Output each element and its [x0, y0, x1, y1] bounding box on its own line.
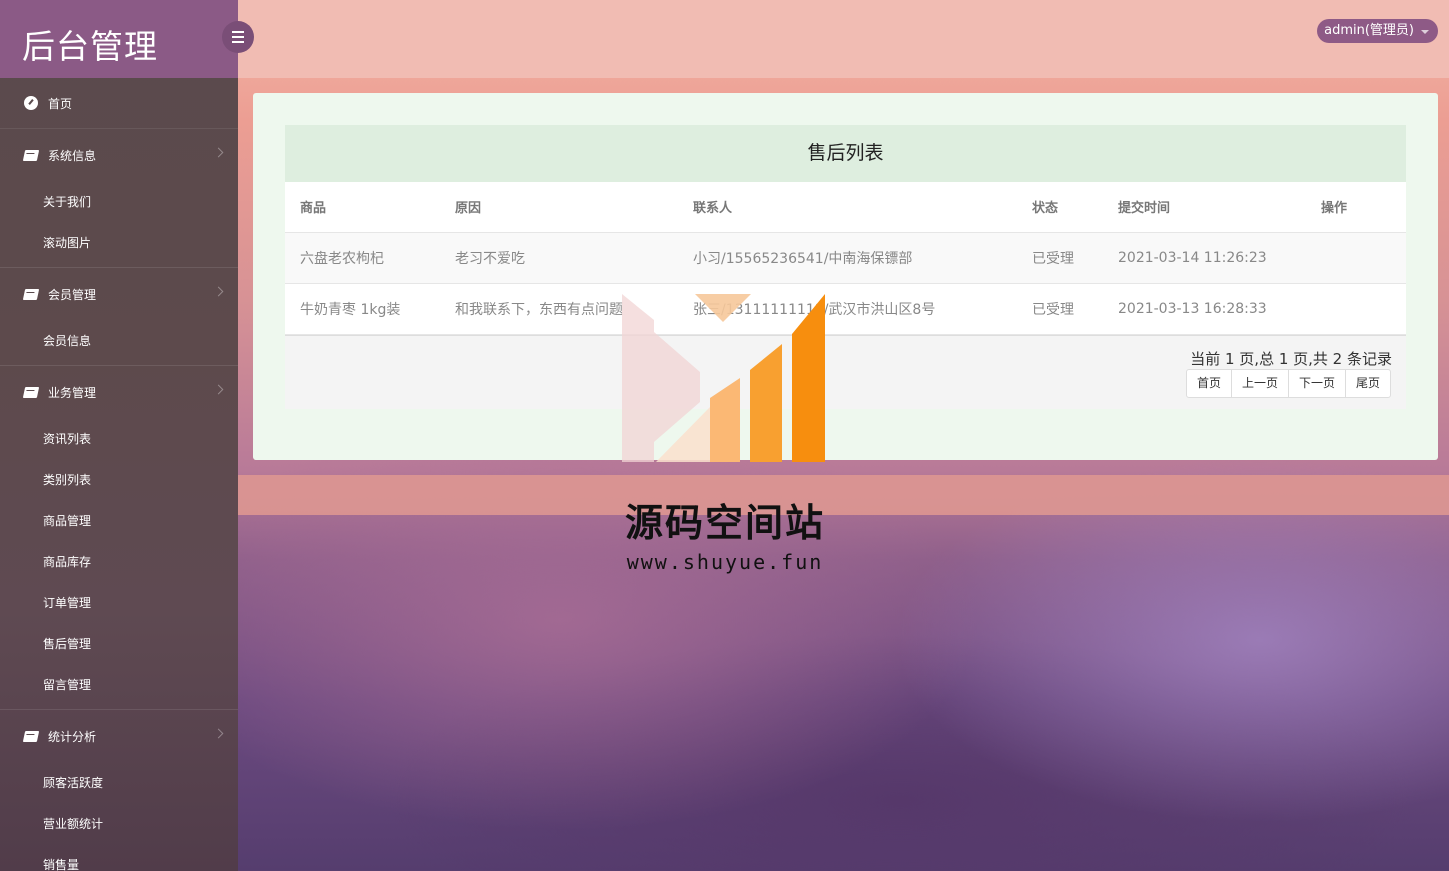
caret-down-icon — [1421, 30, 1429, 34]
sidebar-item-sales-volume[interactable]: 销售量 — [0, 844, 238, 871]
book-icon — [22, 288, 40, 300]
cell-submit-time: 2021-03-13 16:28:33 — [1103, 283, 1306, 335]
sidebar-item-label: 首页 — [48, 96, 73, 111]
next-page-button[interactable]: 下一页 — [1287, 368, 1346, 398]
sidebar-item-product-management[interactable]: 商品管理 — [0, 500, 238, 541]
chevron-right-icon — [213, 147, 224, 158]
after-sales-table-container: 售后列表 商品 原因 联系人 状态 提交时间 操作 六盘老农枸杞 老习不爱吃 小… — [285, 125, 1406, 409]
menu-group-business: 业务管理 资讯列表 类别列表 商品管理 商品库存 订单管理 售后管理 留言管理 — [0, 366, 238, 710]
column-header: 状态 — [1017, 182, 1103, 233]
watermark: 源码空间站 www.shuyue.fun — [610, 292, 840, 582]
after-sales-table: 商品 原因 联系人 状态 提交时间 操作 六盘老农枸杞 老习不爱吃 小习/155… — [285, 182, 1406, 335]
sidebar-item-order-management[interactable]: 订单管理 — [0, 582, 238, 623]
dashboard-icon — [24, 96, 38, 110]
sidebar-item-business-management[interactable]: 业务管理 — [0, 366, 238, 418]
book-icon — [22, 386, 40, 398]
watermark-logo — [622, 294, 825, 462]
sidebar-item-member-management[interactable]: 会员管理 — [0, 268, 238, 320]
first-page-button[interactable]: 首页 — [1185, 368, 1232, 398]
content-panel: 售后列表 商品 原因 联系人 状态 提交时间 操作 六盘老农枸杞 老习不爱吃 小… — [253, 93, 1438, 460]
cell-submit-time: 2021-03-14 11:26:23 — [1103, 232, 1306, 284]
menu-toggle-button[interactable] — [222, 21, 254, 53]
sidebar-item-label: 会员管理 — [48, 287, 97, 302]
watermark-url: www.shuyue.fun — [626, 550, 824, 574]
cell-reason: 老习不爱吃 — [440, 232, 678, 284]
topbar: admin(管理员) — [238, 0, 1449, 78]
last-page-button[interactable]: 尾页 — [1344, 368, 1391, 398]
sidebar: 后台管理 首页 系统信息 关于我们 滚动图片 会员管理 会员信息 业务管理 资讯… — [0, 0, 238, 871]
sidebar-item-label: 业务管理 — [48, 385, 97, 400]
user-name: admin(管理员) — [1324, 23, 1414, 38]
chevron-right-icon — [213, 384, 224, 395]
sidebar-item-product-stock[interactable]: 商品库存 — [0, 541, 238, 582]
column-header: 操作 — [1306, 182, 1406, 233]
sidebar-item-revenue-stats[interactable]: 营业额统计 — [0, 803, 238, 844]
user-menu-button[interactable]: admin(管理员) — [1317, 19, 1438, 43]
menu-group-members: 会员管理 会员信息 — [0, 268, 238, 366]
sidebar-item-system-info[interactable]: 系统信息 — [0, 129, 238, 181]
sidebar-item-customer-activity[interactable]: 顾客活跃度 — [0, 762, 238, 803]
table-title: 售后列表 — [285, 125, 1406, 182]
column-header: 联系人 — [678, 182, 1017, 233]
menu-group-system: 系统信息 关于我们 滚动图片 — [0, 129, 238, 268]
book-icon — [22, 730, 40, 742]
cell-product: 六盘老农枸杞 — [285, 232, 440, 284]
sidebar-item-category-list[interactable]: 类别列表 — [0, 459, 238, 500]
chevron-right-icon — [213, 728, 224, 739]
sidebar-item-messages[interactable]: 留言管理 — [0, 664, 238, 705]
sidebar-item-statistics[interactable]: 统计分析 — [0, 710, 238, 762]
sidebar-item-member-info[interactable]: 会员信息 — [0, 320, 238, 361]
pagination: 当前 1 页,总 1 页,共 2 条记录 首页 上一页 下一页 尾页 — [285, 334, 1406, 409]
cell-actions — [1306, 283, 1406, 335]
brand: 后台管理 — [0, 0, 238, 78]
sidebar-item-home[interactable]: 首页 — [0, 78, 238, 129]
pagination-buttons: 首页 上一页 下一页 尾页 — [1185, 368, 1391, 398]
table-row: 六盘老农枸杞 老习不爱吃 小习/15565236541/中南海保镖部 已受理 2… — [285, 232, 1406, 284]
sidebar-item-carousel[interactable]: 滚动图片 — [0, 222, 238, 263]
table-header-row: 商品 原因 联系人 状态 提交时间 操作 — [285, 182, 1406, 233]
column-header: 商品 — [285, 182, 440, 233]
prev-page-button[interactable]: 上一页 — [1230, 368, 1289, 398]
pagination-info: 当前 1 页,总 1 页,共 2 条记录 — [1190, 349, 1392, 368]
content-band — [238, 475, 1449, 515]
menu-group-statistics: 统计分析 顾客活跃度 营业额统计 销售量 — [0, 710, 238, 871]
cell-status: 已受理 — [1017, 283, 1103, 335]
cell-actions — [1306, 232, 1406, 284]
cell-status: 已受理 — [1017, 232, 1103, 284]
column-header: 提交时间 — [1103, 182, 1306, 233]
sidebar-item-after-sales[interactable]: 售后管理 — [0, 623, 238, 664]
book-icon — [22, 149, 40, 161]
cell-contact: 小习/15565236541/中南海保镖部 — [678, 232, 1017, 284]
column-header: 原因 — [440, 182, 678, 233]
chevron-right-icon — [213, 286, 224, 297]
table-row: 牛奶青枣 1kg装 和我联系下，东西有点问题 张三/13111111111/武汉… — [285, 283, 1406, 335]
watermark-title: 源码空间站 — [624, 501, 825, 545]
sidebar-item-about-us[interactable]: 关于我们 — [0, 181, 238, 222]
sidebar-item-label: 系统信息 — [48, 148, 97, 163]
hamburger-icon — [232, 30, 244, 45]
cell-product: 牛奶青枣 1kg装 — [285, 283, 440, 335]
brand-title: 后台管理 — [22, 27, 158, 66]
sidebar-item-label: 统计分析 — [48, 729, 97, 744]
sidebar-item-news-list[interactable]: 资讯列表 — [0, 418, 238, 459]
